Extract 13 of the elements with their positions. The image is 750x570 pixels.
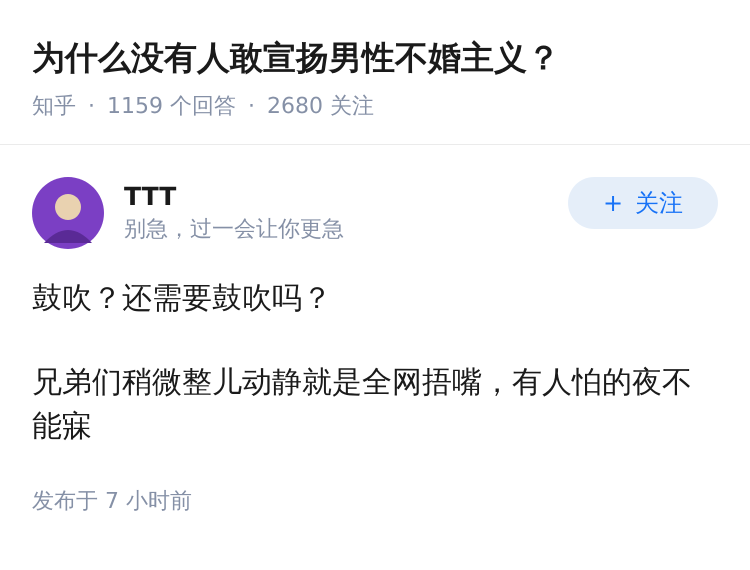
publish-time: 发布于 7 小时前 (32, 488, 192, 516)
meta-text: 知乎 (32, 93, 76, 121)
separator-dot: · (88, 93, 95, 121)
author-name[interactable]: TTT (124, 180, 176, 214)
separator-dot: · (248, 93, 255, 121)
meta-text: 1159 个回答 (107, 93, 236, 121)
answer-paragraph: 兄弟们稍微整儿动静就是全网捂嘴，有人怕的夜不能寐 (32, 364, 693, 446)
author-bio: 别急，过一会让你更急 (124, 216, 344, 244)
answer-paragraph: 鼓吹？还需要鼓吹吗？ (32, 280, 333, 318)
avatar[interactable] (32, 177, 104, 249)
follow-button[interactable]: + 关注 (568, 177, 718, 229)
meta-text: 2680 关注 (266, 93, 374, 121)
question-title: 为什么没有人敢宣扬男性不婚主义？ (32, 37, 561, 79)
